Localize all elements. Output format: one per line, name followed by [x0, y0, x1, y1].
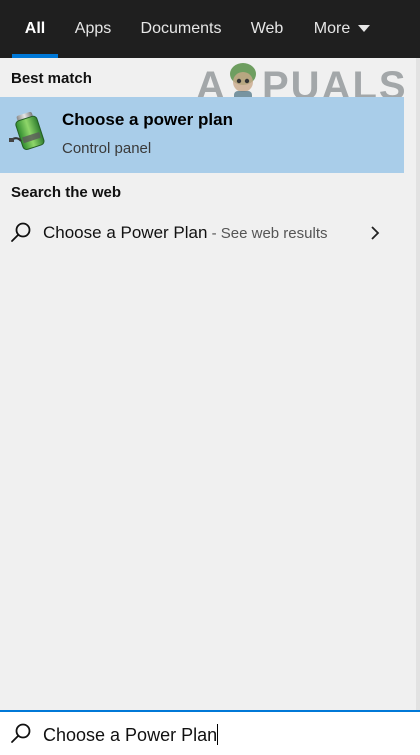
chevron-down-icon: [358, 24, 371, 32]
search-box[interactable]: Choose a Power Plan: [0, 710, 420, 755]
search-input-value: Choose a Power Plan: [43, 725, 218, 745]
active-tab-indicator: [12, 54, 58, 58]
search-web-heading: Search the web: [11, 184, 122, 201]
battery-icon: [9, 111, 45, 150]
scrollbar-track[interactable]: [416, 58, 420, 710]
tab-apps-label: Apps: [74, 20, 112, 37]
best-match-subtitle: Control panel: [62, 140, 152, 157]
tab-more-label: More: [313, 20, 351, 37]
web-result-query: Choose a Power Plan: [43, 223, 208, 242]
best-match-heading: Best match: [11, 70, 92, 87]
web-result-label: Choose a Power Plan - See web results: [43, 223, 328, 243]
search-icon: [11, 222, 31, 242]
best-match-result[interactable]: Choose a power plan Control panel: [0, 97, 404, 173]
tab-documents-label: Documents: [140, 20, 222, 37]
search-input[interactable]: Choose a Power Plan: [43, 724, 219, 746]
chevron-right-icon[interactable]: [368, 224, 382, 242]
tab-all-label: All: [24, 20, 46, 37]
best-match-title: Choose a power plan: [62, 110, 233, 129]
search-icon: [11, 723, 31, 743]
web-search-result[interactable]: Choose a Power Plan - See web results: [0, 212, 404, 254]
text-cursor: [217, 724, 219, 745]
tab-all[interactable]: All: [12, 0, 58, 58]
tab-apps[interactable]: Apps: [66, 0, 120, 58]
tab-documents[interactable]: Documents: [132, 0, 230, 58]
tab-web[interactable]: Web: [242, 0, 292, 58]
web-result-hint: - See web results: [207, 225, 328, 242]
tab-more[interactable]: More: [304, 0, 380, 58]
search-tab-bar: All Apps Documents Web More: [0, 0, 420, 58]
tab-web-label: Web: [250, 20, 284, 37]
